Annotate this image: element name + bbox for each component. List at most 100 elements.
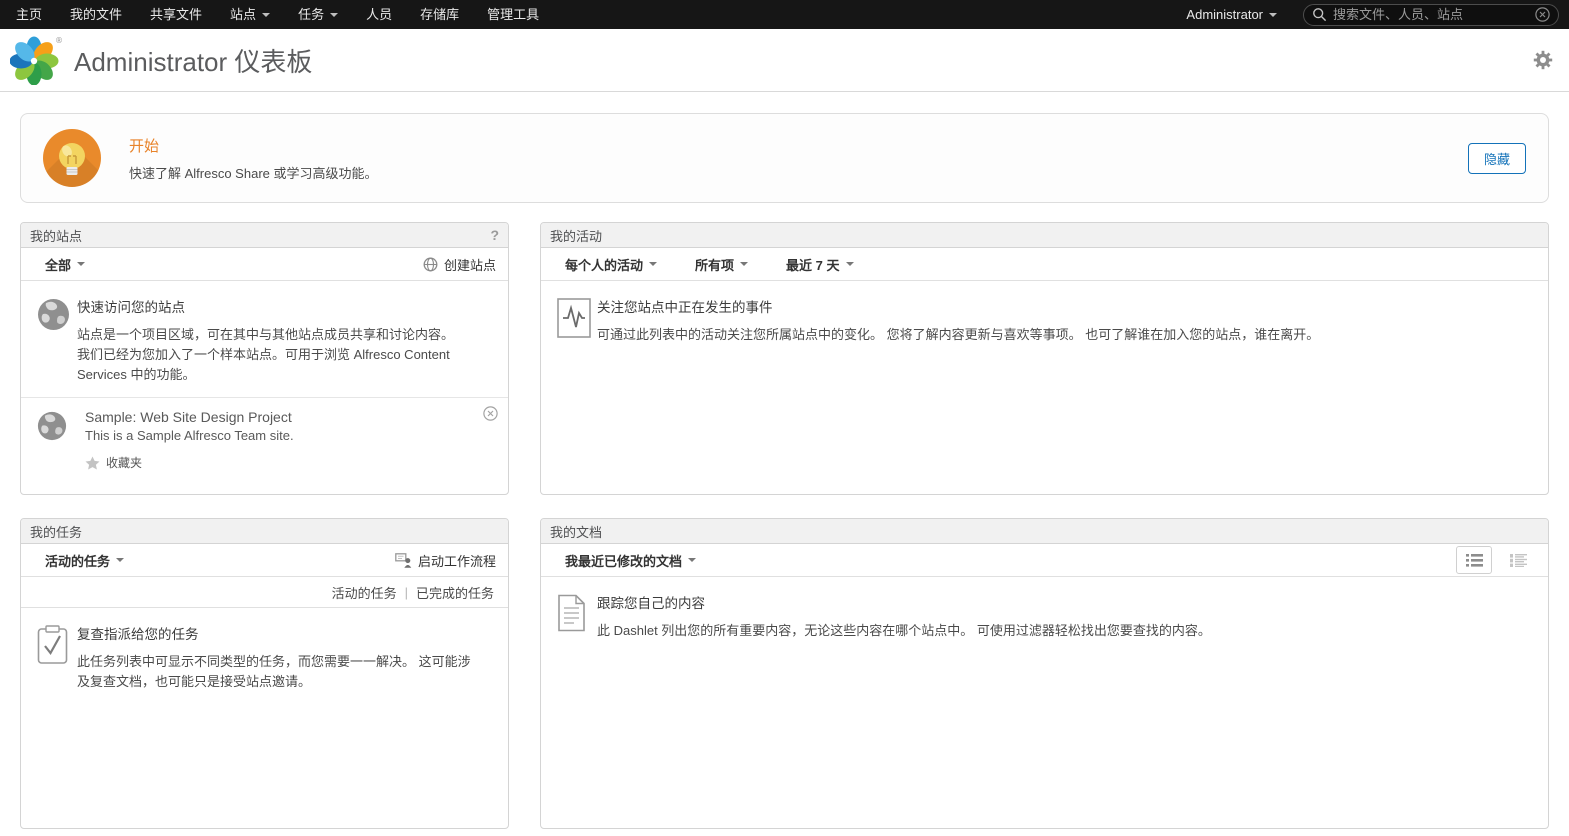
detailed-list-icon (1510, 554, 1527, 567)
detailed-view-button[interactable] (1500, 546, 1536, 574)
documents-filter-label: 我最近已修改的文档 (565, 551, 682, 570)
dashlet-grid: 我的站点 ? 全部 创建站点 (20, 222, 1549, 829)
view-toggles (1456, 546, 1536, 574)
chevron-down-icon (116, 558, 124, 562)
activities-intro-paragraph: 可通过此列表中的活动关注您所属站点中的变化。 您将了解内容更新与喜欢等事项。 也… (597, 325, 1319, 345)
clear-search-icon[interactable] (1535, 7, 1550, 22)
getting-started-title: 开始 (129, 135, 378, 156)
create-site-button[interactable]: 创建站点 (423, 255, 496, 274)
nav-shared-files[interactable]: 共享文件 (136, 0, 216, 29)
globe-icon (423, 257, 438, 272)
remove-site-icon[interactable] (483, 406, 498, 426)
tasks-intro-text: 复查指派给您的任务 此任务列表中可显示不同类型的任务，而您需要一一解决。 这可能… (77, 623, 473, 692)
documents-intro-heading: 跟踪您自己的内容 (597, 592, 1211, 612)
completed-tasks-link[interactable]: 已完成的任务 (416, 583, 494, 602)
my-documents-header: 我的文档 (541, 519, 1548, 544)
activities-type-filter[interactable]: 所有项 (695, 255, 748, 274)
hide-button[interactable]: 隐藏 (1468, 143, 1526, 174)
activities-user-filter-label: 每个人的活动 (565, 255, 643, 274)
tasks-intro: 复查指派给您的任务 此任务列表中可显示不同类型的任务，而您需要一一解决。 这可能… (21, 608, 508, 704)
search-box[interactable] (1303, 4, 1559, 26)
tasks-state-links: 活动的任务 | 已完成的任务 (21, 577, 508, 608)
site-name-link[interactable]: Sample: Web Site Design Project (85, 409, 294, 425)
sites-intro: 快速访问您的站点 站点是一个项目区域，可在其中与其他站点成员共享和讨论内容。 我… (21, 281, 508, 397)
my-documents-toolbar: 我最近已修改的文档 (541, 544, 1548, 577)
my-activities-dashlet: 我的活动 每个人的活动 所有项 最近 7 天 (540, 222, 1549, 495)
my-sites-header: 我的站点 ? (21, 223, 508, 248)
my-sites-toolbar: 全部 创建站点 (21, 248, 508, 281)
simple-view-button[interactable] (1456, 546, 1492, 574)
my-documents-body: 跟踪您自己的内容 此 Dashlet 列出您的所有重要内容，无论这些内容在哪个站… (541, 577, 1548, 828)
nav-home[interactable]: 主页 (2, 0, 56, 29)
page-title: Administrator 仪表板 (74, 42, 312, 79)
documents-filter-dropdown[interactable]: 我最近已修改的文档 (565, 551, 696, 570)
gear-icon (1533, 50, 1553, 70)
user-menu-label: Administrator (1186, 7, 1263, 22)
lightbulb-icon (43, 129, 101, 187)
nav-tasks-label: 任务 (298, 0, 324, 29)
workflow-icon (395, 552, 412, 568)
simple-list-icon (1466, 554, 1483, 567)
nav-my-files[interactable]: 我的文件 (56, 0, 136, 29)
activities-intro: 关注您站点中正在发生的事件 可通过此列表中的活动关注您所属站点中的变化。 您将了… (541, 281, 1548, 357)
active-tasks-link[interactable]: 活动的任务 (332, 583, 397, 602)
chevron-down-icon (1269, 13, 1277, 17)
alfresco-share-dashboard: 主页 我的文件 共享文件 站点 任务 人员 存储库 管理工具 Administr… (0, 0, 1569, 836)
tasks-intro-paragraph: 此任务列表中可显示不同类型的任务，而您需要一一解决。 这可能涉及复查文档，也可能… (77, 652, 473, 692)
nav-repository[interactable]: 存储库 (406, 0, 473, 29)
my-activities-title: 我的活动 (550, 226, 602, 245)
getting-started-subtitle: 快速了解 Alfresco Share 或学习高级功能。 (129, 163, 378, 182)
site-list-item[interactable]: Sample: Web Site Design Project This is … (21, 397, 508, 482)
activities-type-filter-label: 所有项 (695, 255, 734, 274)
activities-range-filter-label: 最近 7 天 (786, 255, 839, 274)
help-icon[interactable]: ? (490, 227, 499, 243)
activities-intro-heading: 关注您站点中正在发生的事件 (597, 296, 1319, 316)
start-workflow-label: 启动工作流程 (418, 551, 496, 570)
user-menu[interactable]: Administrator (1172, 7, 1291, 22)
alfresco-logo: ® (10, 35, 62, 85)
star-icon[interactable] (85, 456, 100, 470)
chevron-down-icon (262, 13, 270, 17)
dashboard-settings-button[interactable] (1533, 50, 1553, 70)
search-input[interactable] (1333, 7, 1535, 22)
nav-sites-menu[interactable]: 站点 (216, 0, 284, 29)
document-icon (557, 592, 597, 641)
nav-sites-label: 站点 (230, 0, 256, 29)
chevron-down-icon (649, 262, 657, 266)
my-activities-header: 我的活动 (541, 223, 1548, 248)
nav-people[interactable]: 人员 (352, 0, 406, 29)
chevron-down-icon (330, 13, 338, 17)
getting-started-banner: 开始 快速了解 Alfresco Share 或学习高级功能。 隐藏 (20, 113, 1549, 203)
documents-intro-paragraph: 此 Dashlet 列出您的所有重要内容，无论这些内容在哪个站点中。 可使用过滤… (597, 621, 1211, 641)
my-tasks-dashlet: 我的任务 活动的任务 启动工作流程 (20, 518, 509, 829)
main-nav: 主页 我的文件 共享文件 站点 任务 人员 存储库 管理工具 (2, 0, 553, 29)
tasks-filter-dropdown[interactable]: 活动的任务 (45, 551, 124, 570)
my-activities-toolbar: 每个人的活动 所有项 最近 7 天 (541, 248, 1548, 281)
tasks-filter-label: 活动的任务 (45, 551, 110, 570)
favorite-label: 收藏夹 (106, 454, 142, 471)
my-tasks-body: 复查指派给您的任务 此任务列表中可显示不同类型的任务，而您需要一一解决。 这可能… (21, 608, 508, 828)
my-sites-body: 快速访问您的站点 站点是一个项目区域，可在其中与其他站点成员共享和讨论内容。 我… (21, 281, 508, 494)
sites-filter-dropdown[interactable]: 全部 (45, 255, 85, 274)
top-nav-bar: 主页 我的文件 共享文件 站点 任务 人员 存储库 管理工具 Administr… (0, 0, 1569, 29)
alfresco-flower-icon: ® (10, 35, 62, 85)
documents-intro: 跟踪您自己的内容 此 Dashlet 列出您的所有重要内容，无论这些内容在哪个站… (541, 577, 1548, 653)
dashboard-main: 开始 快速了解 Alfresco Share 或学习高级功能。 隐藏 我的站点 … (0, 92, 1569, 829)
my-activities-body: 关注您站点中正在发生的事件 可通过此列表中的活动关注您所属站点中的变化。 您将了… (541, 281, 1548, 494)
globe-icon (37, 409, 67, 471)
nav-tasks-menu[interactable]: 任务 (284, 0, 352, 29)
search-icon (1312, 7, 1327, 22)
documents-intro-text: 跟踪您自己的内容 此 Dashlet 列出您的所有重要内容，无论这些内容在哪个站… (597, 592, 1211, 641)
topbar-right: Administrator (1172, 4, 1559, 26)
my-sites-dashlet: 我的站点 ? 全部 创建站点 (20, 222, 509, 495)
sites-intro-heading: 快速访问您的站点 (77, 296, 461, 316)
my-sites-title: 我的站点 (30, 226, 82, 245)
chevron-down-icon (77, 262, 85, 266)
globe-icon (37, 296, 77, 385)
activities-range-filter[interactable]: 最近 7 天 (786, 255, 853, 274)
sites-intro-text: 快速访问您的站点 站点是一个项目区域，可在其中与其他站点成员共享和讨论内容。 我… (77, 296, 461, 385)
activities-user-filter[interactable]: 每个人的活动 (565, 255, 657, 274)
nav-admin-tools[interactable]: 管理工具 (473, 0, 553, 29)
start-workflow-button[interactable]: 启动工作流程 (395, 551, 496, 570)
svg-text:®: ® (55, 36, 62, 45)
